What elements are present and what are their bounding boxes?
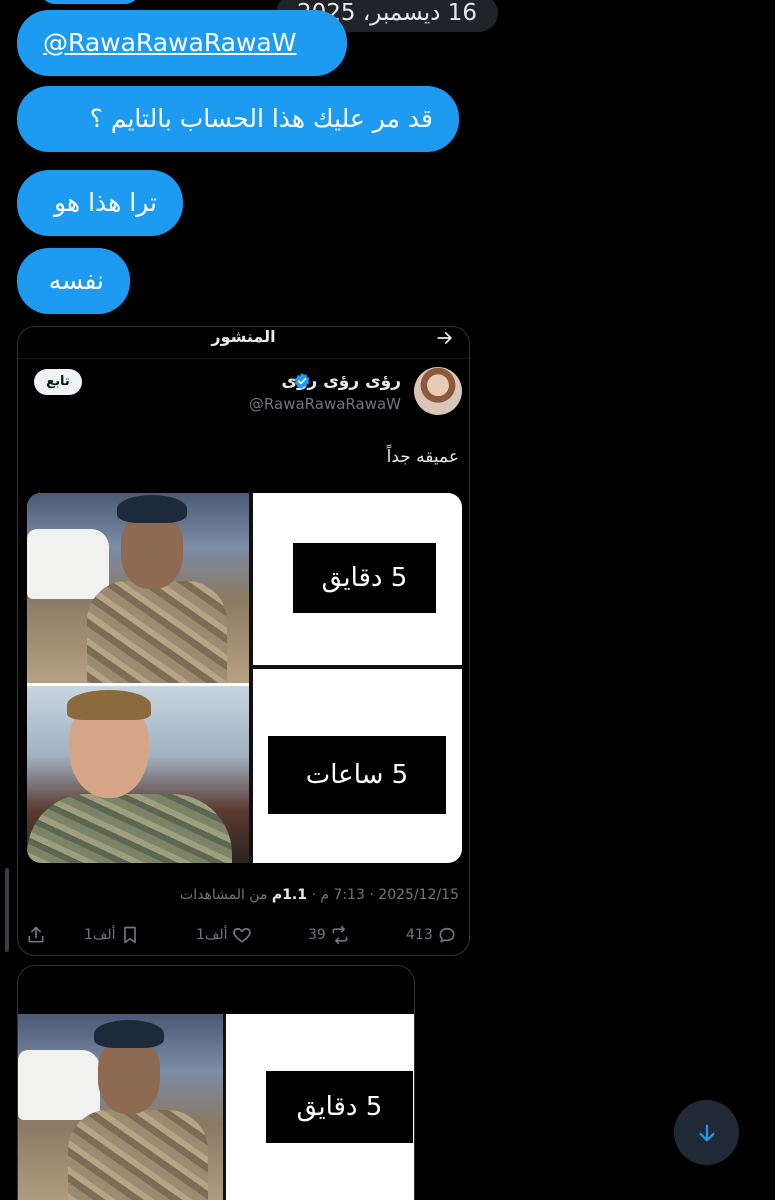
- views-label: من المشاهدات: [180, 887, 268, 903]
- photo-soldier-beret: [18, 1014, 223, 1200]
- meme-divider: [253, 665, 462, 669]
- beret-shape: [117, 495, 187, 523]
- like-button[interactable]: 1ألف: [196, 923, 252, 947]
- face-shape: [121, 513, 183, 589]
- retweet-count: 39: [308, 927, 326, 943]
- tweet-media[interactable]: 5 دقايق 5 ساعات: [27, 493, 462, 863]
- reply-button[interactable]: 413: [406, 923, 457, 947]
- bookmark-count: 1ألف: [84, 927, 116, 943]
- meme-divider: [223, 1014, 226, 1200]
- bookmark-button[interactable]: 1ألف: [84, 923, 140, 947]
- heart-icon: [232, 927, 251, 943]
- beret-shape: [94, 1020, 164, 1048]
- media-message-card[interactable]: 5 دقايق: [17, 965, 415, 1200]
- car-shape: [27, 529, 109, 599]
- photo-soldier-smiling: [27, 686, 249, 863]
- tweet-action-bar: 1ألف 1ألف 39 413: [18, 923, 469, 947]
- message-bubble-mention[interactable]: @RawaRawaRawaW: [17, 10, 347, 76]
- reply-count: 413: [406, 927, 433, 943]
- face-shape: [98, 1038, 160, 1114]
- retweet-button[interactable]: 39: [308, 923, 350, 947]
- message-media[interactable]: 5 دقايق: [18, 1014, 414, 1200]
- reply-icon: [439, 927, 455, 943]
- share-button[interactable]: [26, 923, 46, 947]
- scrollbar[interactable]: [5, 868, 9, 952]
- tweet-text: عميقه جداً: [386, 447, 459, 467]
- photo-soldier-beret: [27, 493, 249, 683]
- post-header-title: المنشور: [211, 327, 276, 346]
- meme-label-box: 5 دقايق: [266, 1071, 413, 1143]
- uniform-shape: [87, 581, 227, 683]
- views-count: 1.1م: [271, 887, 307, 903]
- tweet-meta: 2025/12/15 · 7:13 م · 1.1م من المشاهدات: [180, 887, 459, 903]
- meme-divider: [249, 493, 253, 863]
- arrow-right-icon[interactable]: [435, 328, 455, 348]
- message-bubble[interactable]: قد مر عليك هذا الحساب بالتايم ؟: [17, 86, 459, 152]
- scroll-to-bottom-button[interactable]: [674, 1100, 739, 1165]
- like-count: 1ألف: [196, 927, 228, 943]
- author-handle[interactable]: @RawaRawaRawaW: [249, 395, 401, 413]
- uniform-shape: [27, 794, 232, 863]
- meme-label-box: 5 دقايق: [293, 543, 436, 613]
- car-shape: [18, 1050, 100, 1120]
- meme-label-box: 5 ساعات: [268, 736, 446, 814]
- arrow-down-icon: [698, 1124, 715, 1141]
- previous-bubble-edge: [40, 0, 140, 4]
- hair-shape: [67, 690, 151, 720]
- message-bubble[interactable]: ترا هذا هو: [17, 170, 183, 236]
- shared-post-card[interactable]: المنشور رؤى رؤى رؤى @RawaRawaRawaW تابع …: [17, 326, 470, 956]
- follow-button[interactable]: تابع: [34, 369, 82, 395]
- post-card-header: المنشور: [18, 327, 469, 359]
- author-avatar[interactable]: [414, 367, 462, 415]
- verified-badge-icon: [294, 373, 310, 389]
- tweet-time: 7:13 م: [320, 887, 365, 903]
- message-bubble[interactable]: نفسه: [17, 248, 130, 314]
- bookmark-icon: [123, 926, 136, 944]
- uniform-shape: [68, 1110, 208, 1200]
- tweet-date: 2025/12/15: [378, 887, 459, 903]
- retweet-icon: [332, 925, 348, 945]
- share-icon: [28, 926, 44, 943]
